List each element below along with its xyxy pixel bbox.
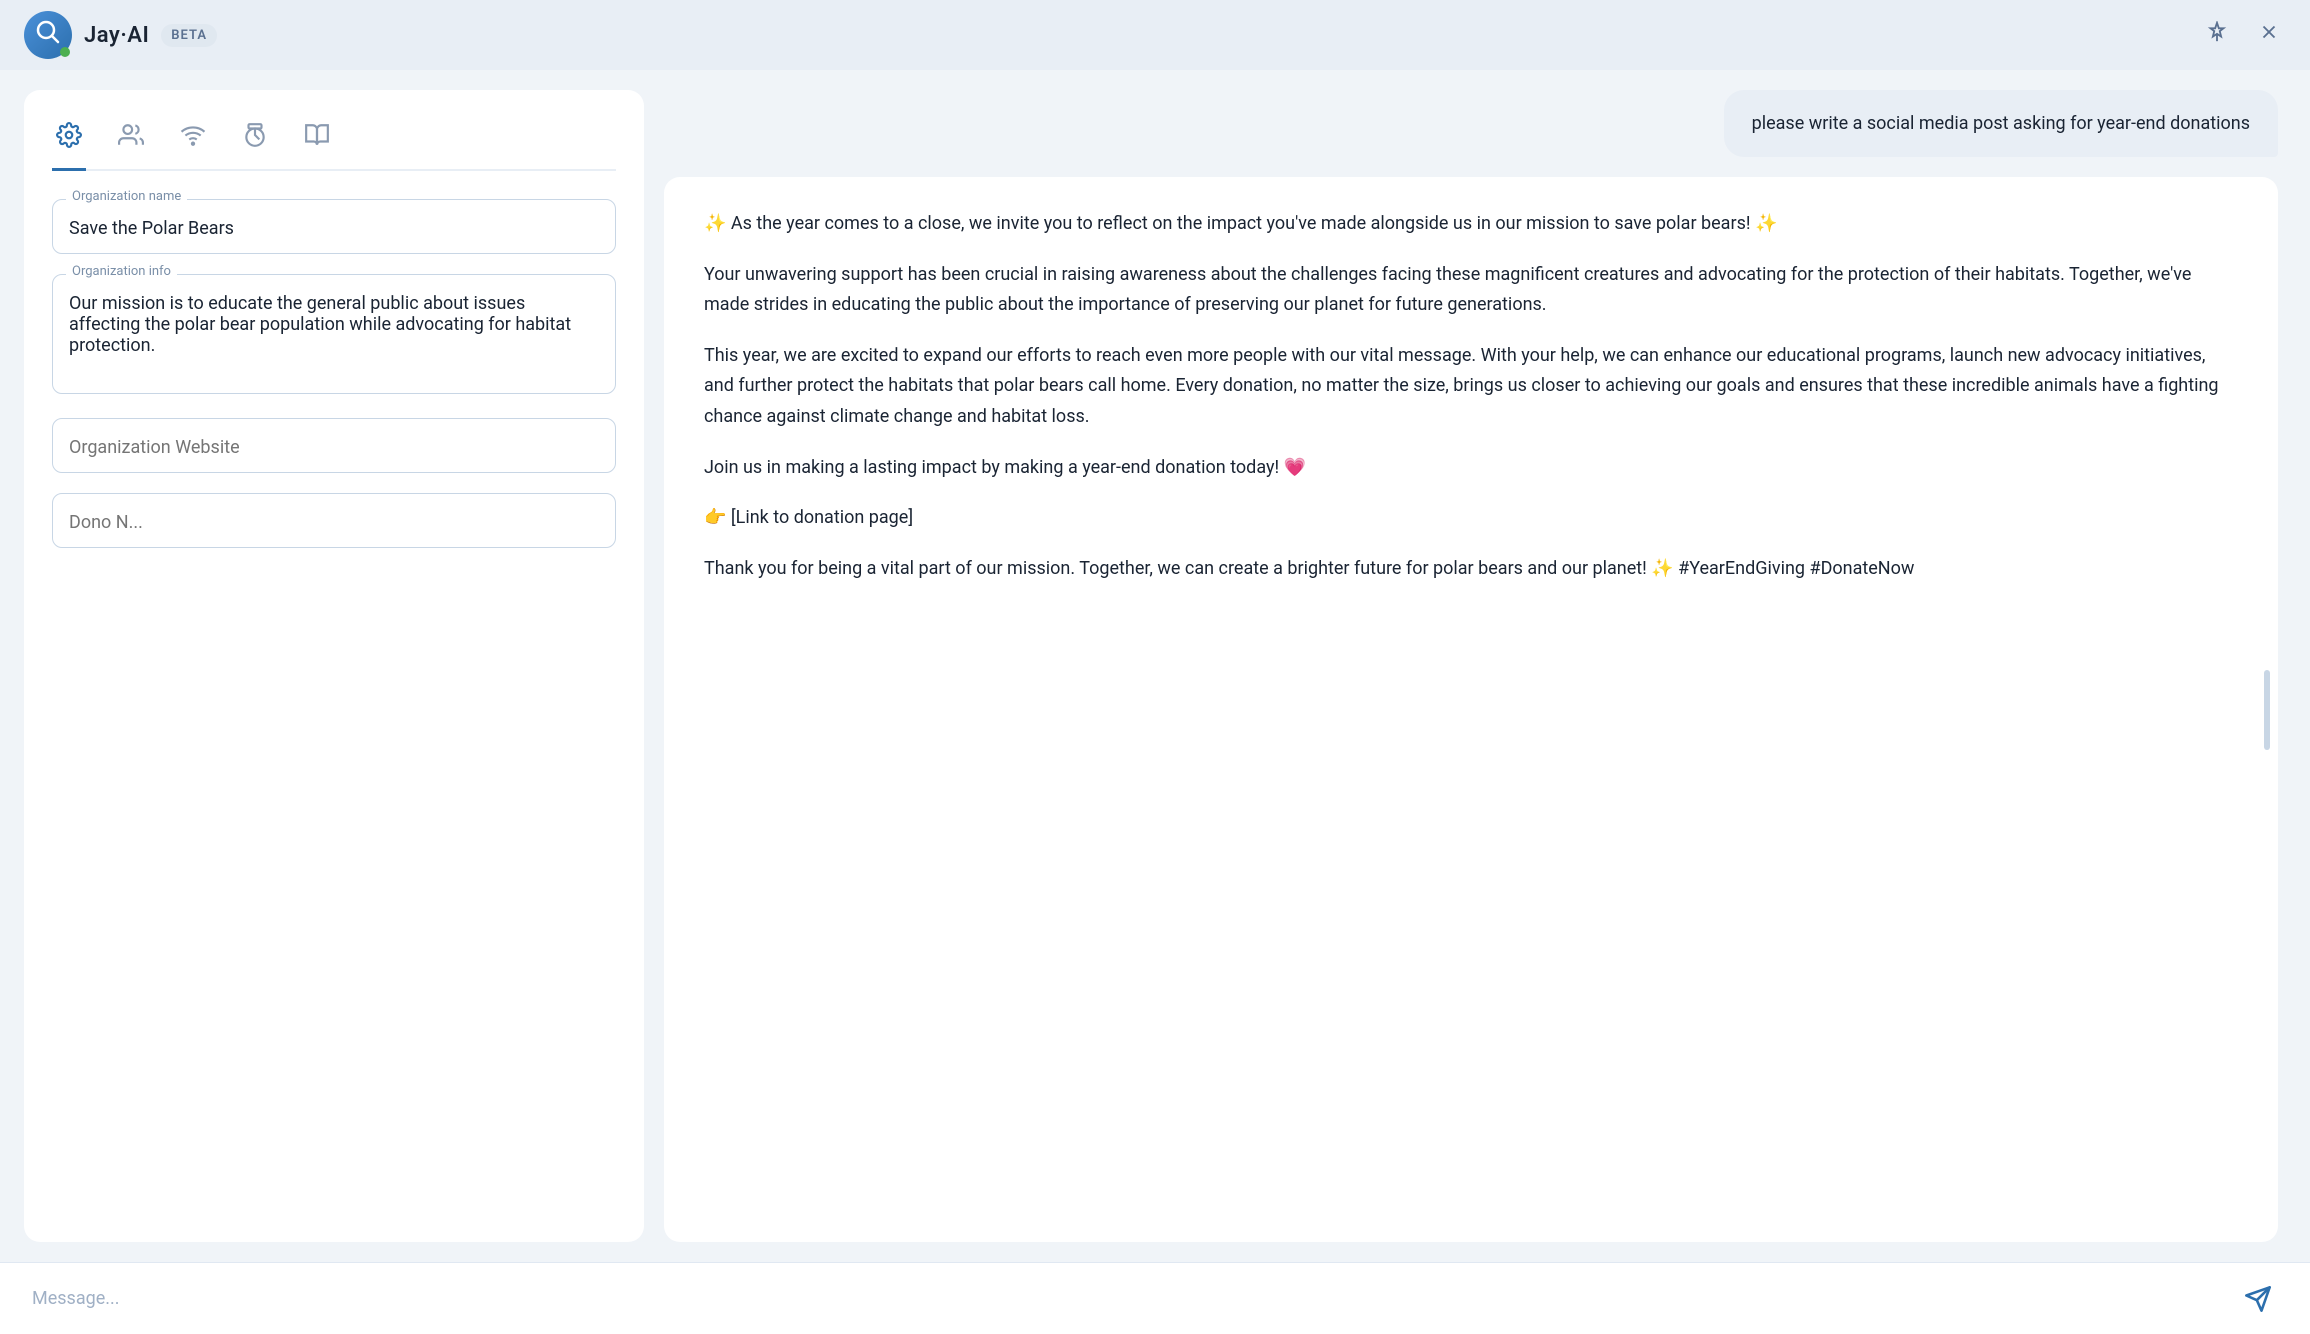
header-left: Jay·AI BETA — [24, 11, 217, 59]
app-title: Jay·AI — [84, 23, 149, 48]
user-bubble: please write a social media post asking … — [1724, 90, 2278, 157]
ai-response-text: ✨ As the year comes to a close, we invit… — [704, 209, 2238, 584]
message-input-bar — [0, 1262, 2310, 1334]
ai-response-panel: ✨ As the year comes to a close, we invit… — [664, 177, 2278, 1242]
ai-para-2: Your unwavering support has been crucial… — [704, 260, 2238, 321]
user-message: please write a social media post asking … — [1724, 90, 2278, 157]
tab-signal[interactable] — [176, 114, 210, 171]
tab-settings[interactable] — [52, 114, 86, 171]
tab-timer[interactable] — [238, 114, 272, 171]
left-panel: Organization name Organization info Our … — [24, 90, 644, 1242]
send-button[interactable] — [2238, 1279, 2278, 1319]
chat-messages: please write a social media post asking … — [664, 90, 2286, 1242]
org-name-group: Organization name — [52, 199, 616, 254]
header-right — [2200, 15, 2286, 55]
org-website-group — [52, 418, 616, 473]
tab-users[interactable] — [114, 114, 148, 171]
pin-button[interactable] — [2200, 15, 2234, 55]
beta-badge: BETA — [161, 24, 217, 47]
message-input[interactable] — [32, 1288, 2222, 1309]
donor-name-group — [52, 493, 616, 548]
org-info-label: Organization info — [66, 264, 177, 279]
ai-para-5: 👉 [Link to donation page] — [704, 503, 2238, 534]
org-website-input[interactable] — [52, 418, 616, 473]
donor-name-input[interactable] — [52, 493, 616, 548]
logo-icon — [35, 19, 61, 51]
ai-para-6: Thank you for being a vital part of our … — [704, 554, 2238, 585]
org-info-group: Organization info Our mission is to educ… — [52, 274, 616, 398]
org-info-input[interactable]: Our mission is to educate the general pu… — [52, 274, 616, 394]
ai-para-4: Join us in making a lasting impact by ma… — [704, 453, 2238, 484]
right-panel: please write a social media post asking … — [664, 90, 2286, 1242]
org-name-label: Organization name — [66, 189, 187, 204]
scrollbar[interactable] — [2264, 670, 2270, 750]
org-name-input[interactable] — [52, 199, 616, 254]
main-container: Organization name Organization info Our … — [0, 70, 2310, 1262]
app-logo — [24, 11, 72, 59]
tab-bar — [52, 114, 616, 171]
ai-para-1: ✨ As the year comes to a close, we invit… — [704, 209, 2238, 240]
app-header: Jay·AI BETA — [0, 0, 2310, 70]
ai-para-3: This year, we are excited to expand our … — [704, 341, 2238, 433]
tab-book[interactable] — [300, 114, 334, 171]
close-button[interactable] — [2252, 15, 2286, 55]
